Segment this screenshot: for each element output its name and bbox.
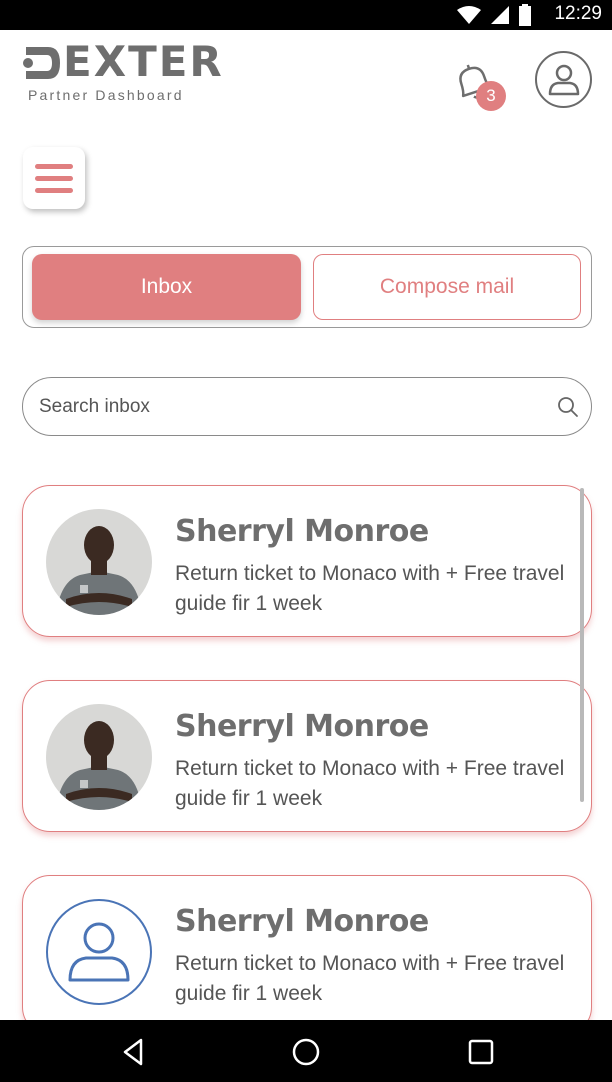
sender-name: Sherryl Monroe bbox=[175, 514, 429, 549]
wifi-icon bbox=[457, 6, 481, 24]
dexter-logo[interactable]: EXTER Partner Dashboard bbox=[22, 38, 222, 106]
back-icon[interactable] bbox=[119, 1037, 149, 1067]
mail-item[interactable]: Sherryl Monroe Return ticket to Monaco w… bbox=[22, 485, 592, 637]
recents-icon[interactable] bbox=[466, 1037, 496, 1067]
mail-item[interactable]: Sherryl Monroe Return ticket to Monaco w… bbox=[22, 875, 592, 1035]
tab-compose-mail[interactable]: Compose mail bbox=[313, 254, 581, 320]
signal-icon bbox=[491, 6, 509, 24]
battery-icon bbox=[519, 4, 531, 26]
sender-name: Sherryl Monroe bbox=[175, 709, 429, 744]
mail-preview: Return ticket to Monaco with + Free trav… bbox=[175, 757, 565, 810]
menu-bar bbox=[35, 187, 73, 193]
search-placeholder: Search inbox bbox=[39, 396, 150, 417]
user-icon bbox=[68, 922, 130, 982]
search-icon[interactable] bbox=[557, 396, 579, 418]
search-input[interactable]: Search inbox bbox=[22, 377, 592, 436]
logo-subtitle: Partner Dashboard bbox=[28, 87, 184, 103]
navigation-bar bbox=[0, 1020, 612, 1082]
logo-mark-icon bbox=[23, 47, 60, 79]
logo-text-rest: EXTER bbox=[63, 37, 224, 86]
menu-button[interactable] bbox=[23, 147, 85, 209]
mail-tabs: Inbox Compose mail bbox=[22, 246, 592, 328]
sender-avatar-placeholder bbox=[46, 899, 152, 1005]
tab-inbox[interactable]: Inbox bbox=[32, 254, 301, 320]
sender-avatar bbox=[46, 509, 152, 615]
profile-avatar-button[interactable] bbox=[535, 51, 592, 108]
menu-bar bbox=[35, 163, 73, 169]
status-time: 12:29 bbox=[554, 3, 602, 24]
sender-photo bbox=[46, 704, 152, 810]
scrollbar[interactable] bbox=[580, 488, 584, 802]
sender-name: Sherryl Monroe bbox=[175, 904, 429, 939]
notification-badge: 3 bbox=[476, 81, 506, 111]
mail-preview: Return ticket to Monaco with + Free trav… bbox=[175, 952, 565, 1005]
user-icon bbox=[548, 64, 579, 95]
logo-text: EXTER bbox=[63, 38, 224, 86]
status-icons bbox=[456, 4, 532, 26]
home-icon[interactable] bbox=[291, 1037, 321, 1067]
status-bar: 12:29 bbox=[0, 0, 612, 30]
mail-preview: Return ticket to Monaco with + Free trav… bbox=[175, 562, 565, 615]
sender-photo bbox=[46, 509, 152, 615]
sender-avatar bbox=[46, 704, 152, 810]
menu-bar bbox=[35, 175, 73, 181]
mail-item[interactable]: Sherryl Monroe Return ticket to Monaco w… bbox=[22, 680, 592, 832]
